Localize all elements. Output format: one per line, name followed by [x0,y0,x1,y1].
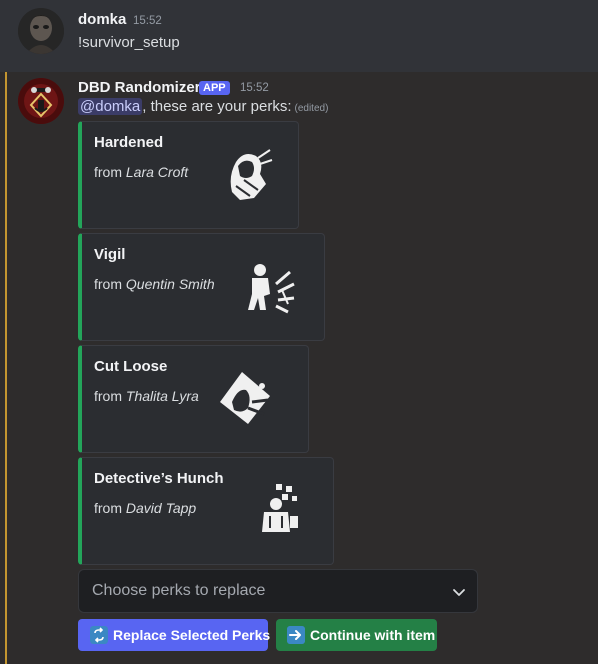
button-label: Continue with item [310,627,436,643]
button-label: Replace Selected Perks [113,627,271,643]
chevron-down-icon [453,589,465,596]
from-prefix: from [94,500,126,516]
vigil-perk-icon [238,254,304,320]
from-prefix: from [94,164,126,180]
perk-owner: from Lara Croft [94,164,188,180]
hardened-perk-icon [214,140,280,206]
timestamp: 15:52 [133,15,162,27]
perks-select[interactable]: Choose perks to replace [78,569,478,613]
bot-avatar-icon[interactable] [18,78,64,124]
message-text: , these are your perks: [142,98,292,115]
perk-owner: from Thalita Lyra [94,388,199,404]
survivor-name: David Tapp [125,500,197,516]
from-prefix: from [94,276,126,292]
perk-embed: Vigil from Quentin Smith [78,233,325,341]
edited-marker: (edited) [294,103,329,114]
perk-title: Detective’s Hunch [94,470,224,487]
message-content: @domka, these are your perks: (edited) [78,98,328,115]
survivor-name: Quentin Smith [125,276,215,292]
continue-with-item-button[interactable]: Continue with item [276,619,437,651]
perk-embed: Detective’s Hunch from David Tapp [78,457,334,565]
perk-owner: from David Tapp [94,500,196,516]
replace-selected-perks-button[interactable]: Replace Selected Perks [78,619,271,651]
perk-embed: Cut Loose from Thalita Lyra [78,345,309,453]
message-dbd-randomizer: DBD Randomizer APP 15:52 @domka, these a… [0,72,598,664]
perk-embed: Hardened from Lara Croft [78,121,299,229]
timestamp: 15:52 [240,82,269,94]
message-content: !survivor_setup [78,34,180,51]
detectives-hunch-perk-icon [246,478,312,544]
perk-title: Vigil [94,246,126,263]
perk-title: Cut Loose [94,358,168,375]
from-prefix: from [94,388,126,404]
mention-highlight-bar [5,72,7,664]
app-badge: APP [199,81,230,95]
message-domka: domka 15:52 !survivor_setup [0,0,598,72]
select-placeholder: Choose perks to replace [92,582,266,599]
user-avatar-icon[interactable] [18,8,64,54]
survivor-name: Thalita Lyra [125,388,199,404]
cut-loose-perk-icon [212,364,278,430]
arrow-right-icon [287,626,305,644]
survivor-name: Lara Croft [125,164,189,180]
username[interactable]: domka [78,11,126,28]
user-mention[interactable]: @domka [78,98,143,115]
perk-owner: from Quentin Smith [94,276,215,292]
perk-title: Hardened [94,134,164,151]
bot-username[interactable]: DBD Randomizer [78,79,201,96]
repeat-icon [90,626,108,644]
